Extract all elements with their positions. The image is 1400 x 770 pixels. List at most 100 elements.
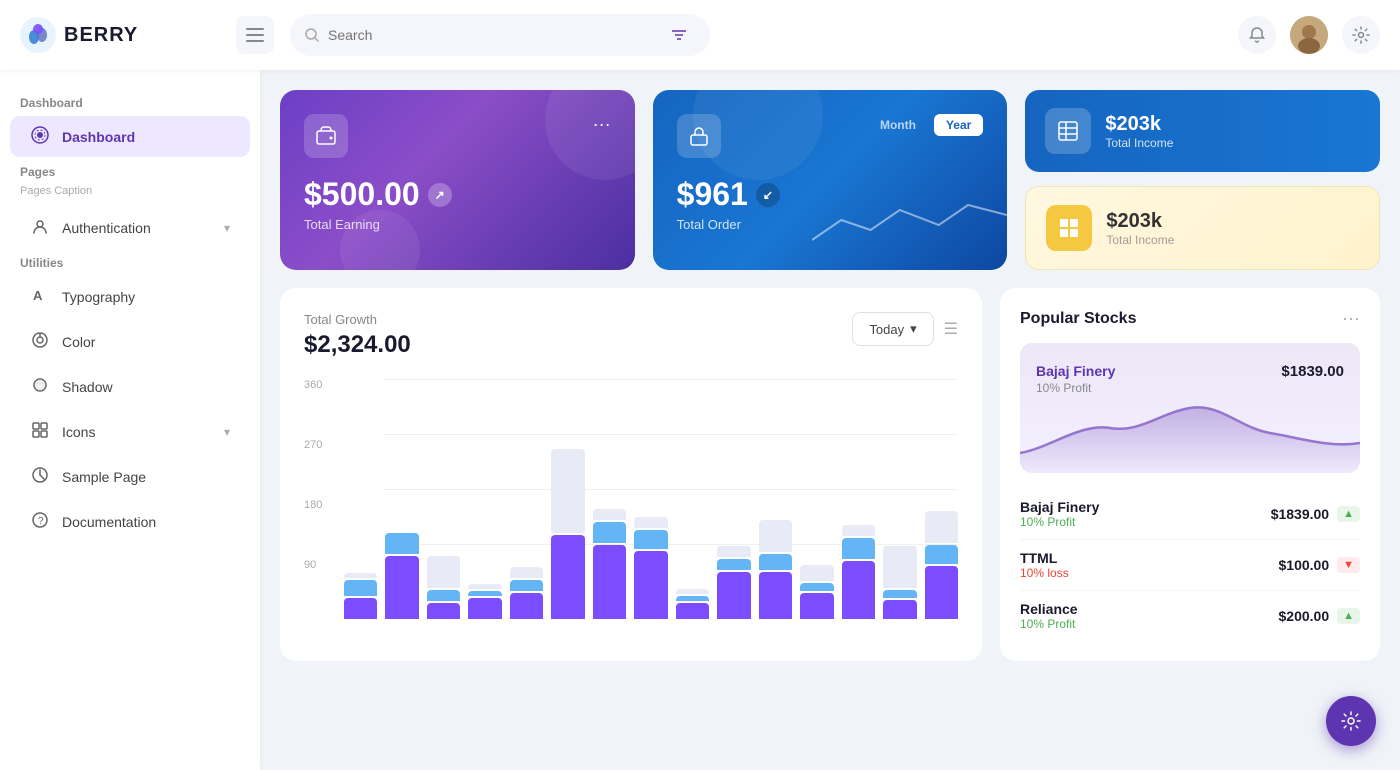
color-icon <box>30 331 50 352</box>
icons-icon <box>30 421 50 442</box>
bar-light-2 <box>427 556 460 588</box>
toggle-year-button[interactable]: Year <box>934 114 983 136</box>
filter-button[interactable] <box>662 18 696 52</box>
bar-light-14 <box>925 511 958 543</box>
bar-group-1 <box>385 409 418 619</box>
ttml-trend-badge: ▼ <box>1337 557 1360 573</box>
utilities-section-title: Utilities <box>0 250 260 274</box>
chart-menu-button[interactable]: ☰ <box>944 319 958 339</box>
ttml-right: $100.00 ▼ <box>1279 557 1361 573</box>
income-yellow-amount: $203k <box>1106 210 1174 233</box>
sidebar-item-dashboard-label: Dashboard <box>62 129 135 145</box>
wave-chart <box>812 190 1007 250</box>
stocks-title: Popular Stocks <box>1020 310 1136 328</box>
reliance-info: Reliance 10% Profit <box>1020 601 1078 631</box>
bar-light-11 <box>800 565 833 581</box>
fab-gear-icon <box>1340 710 1362 732</box>
topbar-right <box>1238 16 1380 54</box>
sidebar-item-sample-page-label: Sample Page <box>62 469 146 485</box>
chart-title: Total Growth <box>304 312 411 327</box>
toggle-month-button[interactable]: Month <box>868 114 928 136</box>
sidebar-item-typography[interactable]: A Typography <box>10 276 250 317</box>
search-input[interactable] <box>328 27 654 43</box>
bar-group-14 <box>925 409 958 619</box>
reliance-right: $200.00 ▲ <box>1279 608 1361 624</box>
income-blue-card: $203k Total Income <box>1025 90 1380 172</box>
income-blue-info: $203k Total Income <box>1105 113 1173 150</box>
avatar[interactable] <box>1290 16 1328 54</box>
bar-purple-8 <box>676 603 709 619</box>
bar-group-5 <box>551 409 584 619</box>
typography-icon: A <box>30 286 50 307</box>
bar-purple-4 <box>510 593 543 619</box>
sidebar-item-dashboard[interactable]: Dashboard <box>10 116 250 157</box>
table-icon <box>1057 120 1079 142</box>
bar-group-7 <box>634 409 667 619</box>
bar-group-8 <box>676 409 709 619</box>
bar-light-8 <box>676 589 709 594</box>
y-axis: 360 270 180 90 <box>304 379 322 619</box>
bar-group-13 <box>883 409 916 619</box>
bar-group-2 <box>427 409 460 619</box>
logo-text: BERRY <box>64 24 138 47</box>
chevron-down-icon-2: ▾ <box>224 425 230 439</box>
sidebar-item-shadow[interactable]: Shadow <box>10 366 250 407</box>
sample-page-icon <box>30 466 50 487</box>
bar-purple-10 <box>759 572 792 619</box>
bar-blue-13 <box>883 590 916 598</box>
bar-group-6 <box>593 409 626 619</box>
svg-text:?: ? <box>38 516 44 527</box>
authentication-icon <box>30 217 50 238</box>
sidebar-item-color[interactable]: Color <box>10 321 250 362</box>
ttml-sub: 10% loss <box>1020 566 1069 580</box>
y-label-270: 270 <box>304 439 322 451</box>
stocks-menu-button[interactable]: ··· <box>1342 308 1360 329</box>
sidebar-item-icons[interactable]: Icons ▾ <box>10 411 250 452</box>
main-content: ··· $500.00 ↗ Total Earning <box>260 70 1400 770</box>
bar-group-4 <box>510 409 543 619</box>
gear-icon <box>1352 26 1370 44</box>
reliance-trend-badge: ▲ <box>1337 608 1360 624</box>
bar-blue-7 <box>634 530 667 549</box>
sidebar-item-documentation-label: Documentation <box>62 514 156 530</box>
bar-purple-9 <box>717 572 750 619</box>
pages-section-title: Pages <box>0 159 260 183</box>
sidebar-item-color-label: Color <box>62 334 95 350</box>
bar-purple-2 <box>427 603 460 619</box>
bar-purple-13 <box>883 600 916 619</box>
chart-area: 360 270 180 90 <box>304 379 958 619</box>
bar-light-4 <box>510 567 543 578</box>
bar-light-0 <box>344 573 377 578</box>
notification-bell-button[interactable] <box>1238 16 1276 54</box>
sidebar-item-icons-label: Icons <box>62 424 95 440</box>
sidebar-item-authentication[interactable]: Authentication ▾ <box>10 207 250 248</box>
bar-light-6 <box>593 509 626 520</box>
reliance-sub: 10% Profit <box>1020 617 1078 631</box>
sidebar-item-sample-page[interactable]: Sample Page <box>10 456 250 497</box>
stocks-header: Popular Stocks ··· <box>1020 308 1360 329</box>
popular-stocks-card: Popular Stocks ··· Bajaj Finery 10% Prof… <box>1000 288 1380 661</box>
bar-group-12 <box>842 409 875 619</box>
income-yellow-card: $203k Total Income <box>1025 186 1380 270</box>
bell-icon <box>1248 26 1266 44</box>
featured-stock-price: $1839.00 <box>1281 363 1344 380</box>
y-label-180: 180 <box>304 499 322 511</box>
logo-icon <box>20 17 56 53</box>
sidebar-item-documentation[interactable]: ? Documentation <box>10 501 250 542</box>
hamburger-button[interactable] <box>236 16 274 54</box>
income-yellow-icon-box <box>1046 205 1092 251</box>
stock-row-bajaj: Bajaj Finery 10% Profit $1839.00 ▲ <box>1020 489 1360 540</box>
settings-button[interactable] <box>1342 16 1380 54</box>
bar-chart <box>344 379 958 619</box>
logo-area: BERRY <box>20 17 220 53</box>
bar-blue-4 <box>510 580 543 591</box>
bar-light-9 <box>717 546 750 557</box>
reliance-name: Reliance <box>1020 601 1078 617</box>
bar-blue-6 <box>593 522 626 543</box>
fab-settings-button[interactable] <box>1326 696 1376 746</box>
search-icon <box>304 27 320 43</box>
income-blue-amount: $203k <box>1105 113 1173 136</box>
bar-group-3 <box>468 409 501 619</box>
today-filter-button[interactable]: Today ▾ <box>852 312 933 346</box>
shadow-icon <box>30 376 50 397</box>
